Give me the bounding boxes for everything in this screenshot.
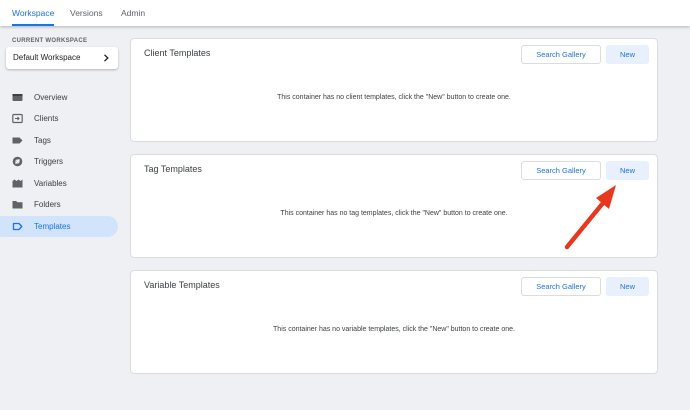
tag-icon [12,137,23,144]
sidebar-item-clients[interactable]: Clients [0,108,118,129]
section-title: Client Templates [144,48,211,58]
search-gallery-button[interactable]: Search Gallery [521,45,601,64]
sidebar-item-folders[interactable]: Folders [0,194,118,215]
sidebar-item-label: Folders [34,200,61,209]
search-gallery-button[interactable]: Search Gallery [521,161,601,180]
tag-templates-card: Tag Templates Search Gallery New This co… [130,154,658,258]
top-nav: Workspace Versions Admin [0,0,690,26]
sidebar-item-tags[interactable]: Tags [0,130,118,151]
variable-templates-card: Variable Templates Search Gallery New Th… [130,270,658,374]
variables-icon [12,179,23,188]
new-client-template-button[interactable]: New [606,45,649,64]
sidebar-item-templates[interactable]: Templates [0,216,118,237]
sidebar-item-label: Triggers [34,157,64,166]
workspace-selector[interactable]: Default Workspace [6,47,118,69]
sidebar-item-label: Overview [34,93,68,102]
folder-icon [12,201,23,209]
search-gallery-button[interactable]: Search Gallery [521,277,601,296]
sidebar-item-label: Variables [34,179,67,188]
tab-workspace[interactable]: Workspace [12,0,55,26]
empty-state-text: This container has no client templates, … [277,94,511,101]
tab-versions[interactable]: Versions [70,0,103,26]
empty-state-text: This container has no tag templates, cli… [280,210,508,217]
clients-icon [12,113,23,124]
sidebar-item-label: Tags [34,136,51,145]
sidebar-item-label: Clients [34,114,59,123]
empty-state-text: This container has no variable templates… [273,326,515,333]
trigger-icon [12,156,23,167]
sidebar-item-variables[interactable]: Variables [0,173,118,194]
client-templates-card: Client Templates Search Gallery New This… [130,38,658,142]
template-icon [12,222,23,231]
sidebar-item-overview[interactable]: Overview [0,87,118,108]
current-workspace-label: CURRENT WORKSPACE [12,38,88,44]
overview-icon [12,94,23,101]
new-tag-template-button[interactable]: New [606,161,649,180]
new-variable-template-button[interactable]: New [606,277,649,296]
section-title: Tag Templates [144,164,202,174]
chevron-right-icon [104,54,109,62]
sidebar-item-triggers[interactable]: Triggers [0,151,118,172]
tab-admin[interactable]: Admin [121,0,145,26]
sidebar-item-label: Templates [34,222,71,231]
workspace-name: Default Workspace [13,53,81,62]
section-title: Variable Templates [144,280,220,290]
